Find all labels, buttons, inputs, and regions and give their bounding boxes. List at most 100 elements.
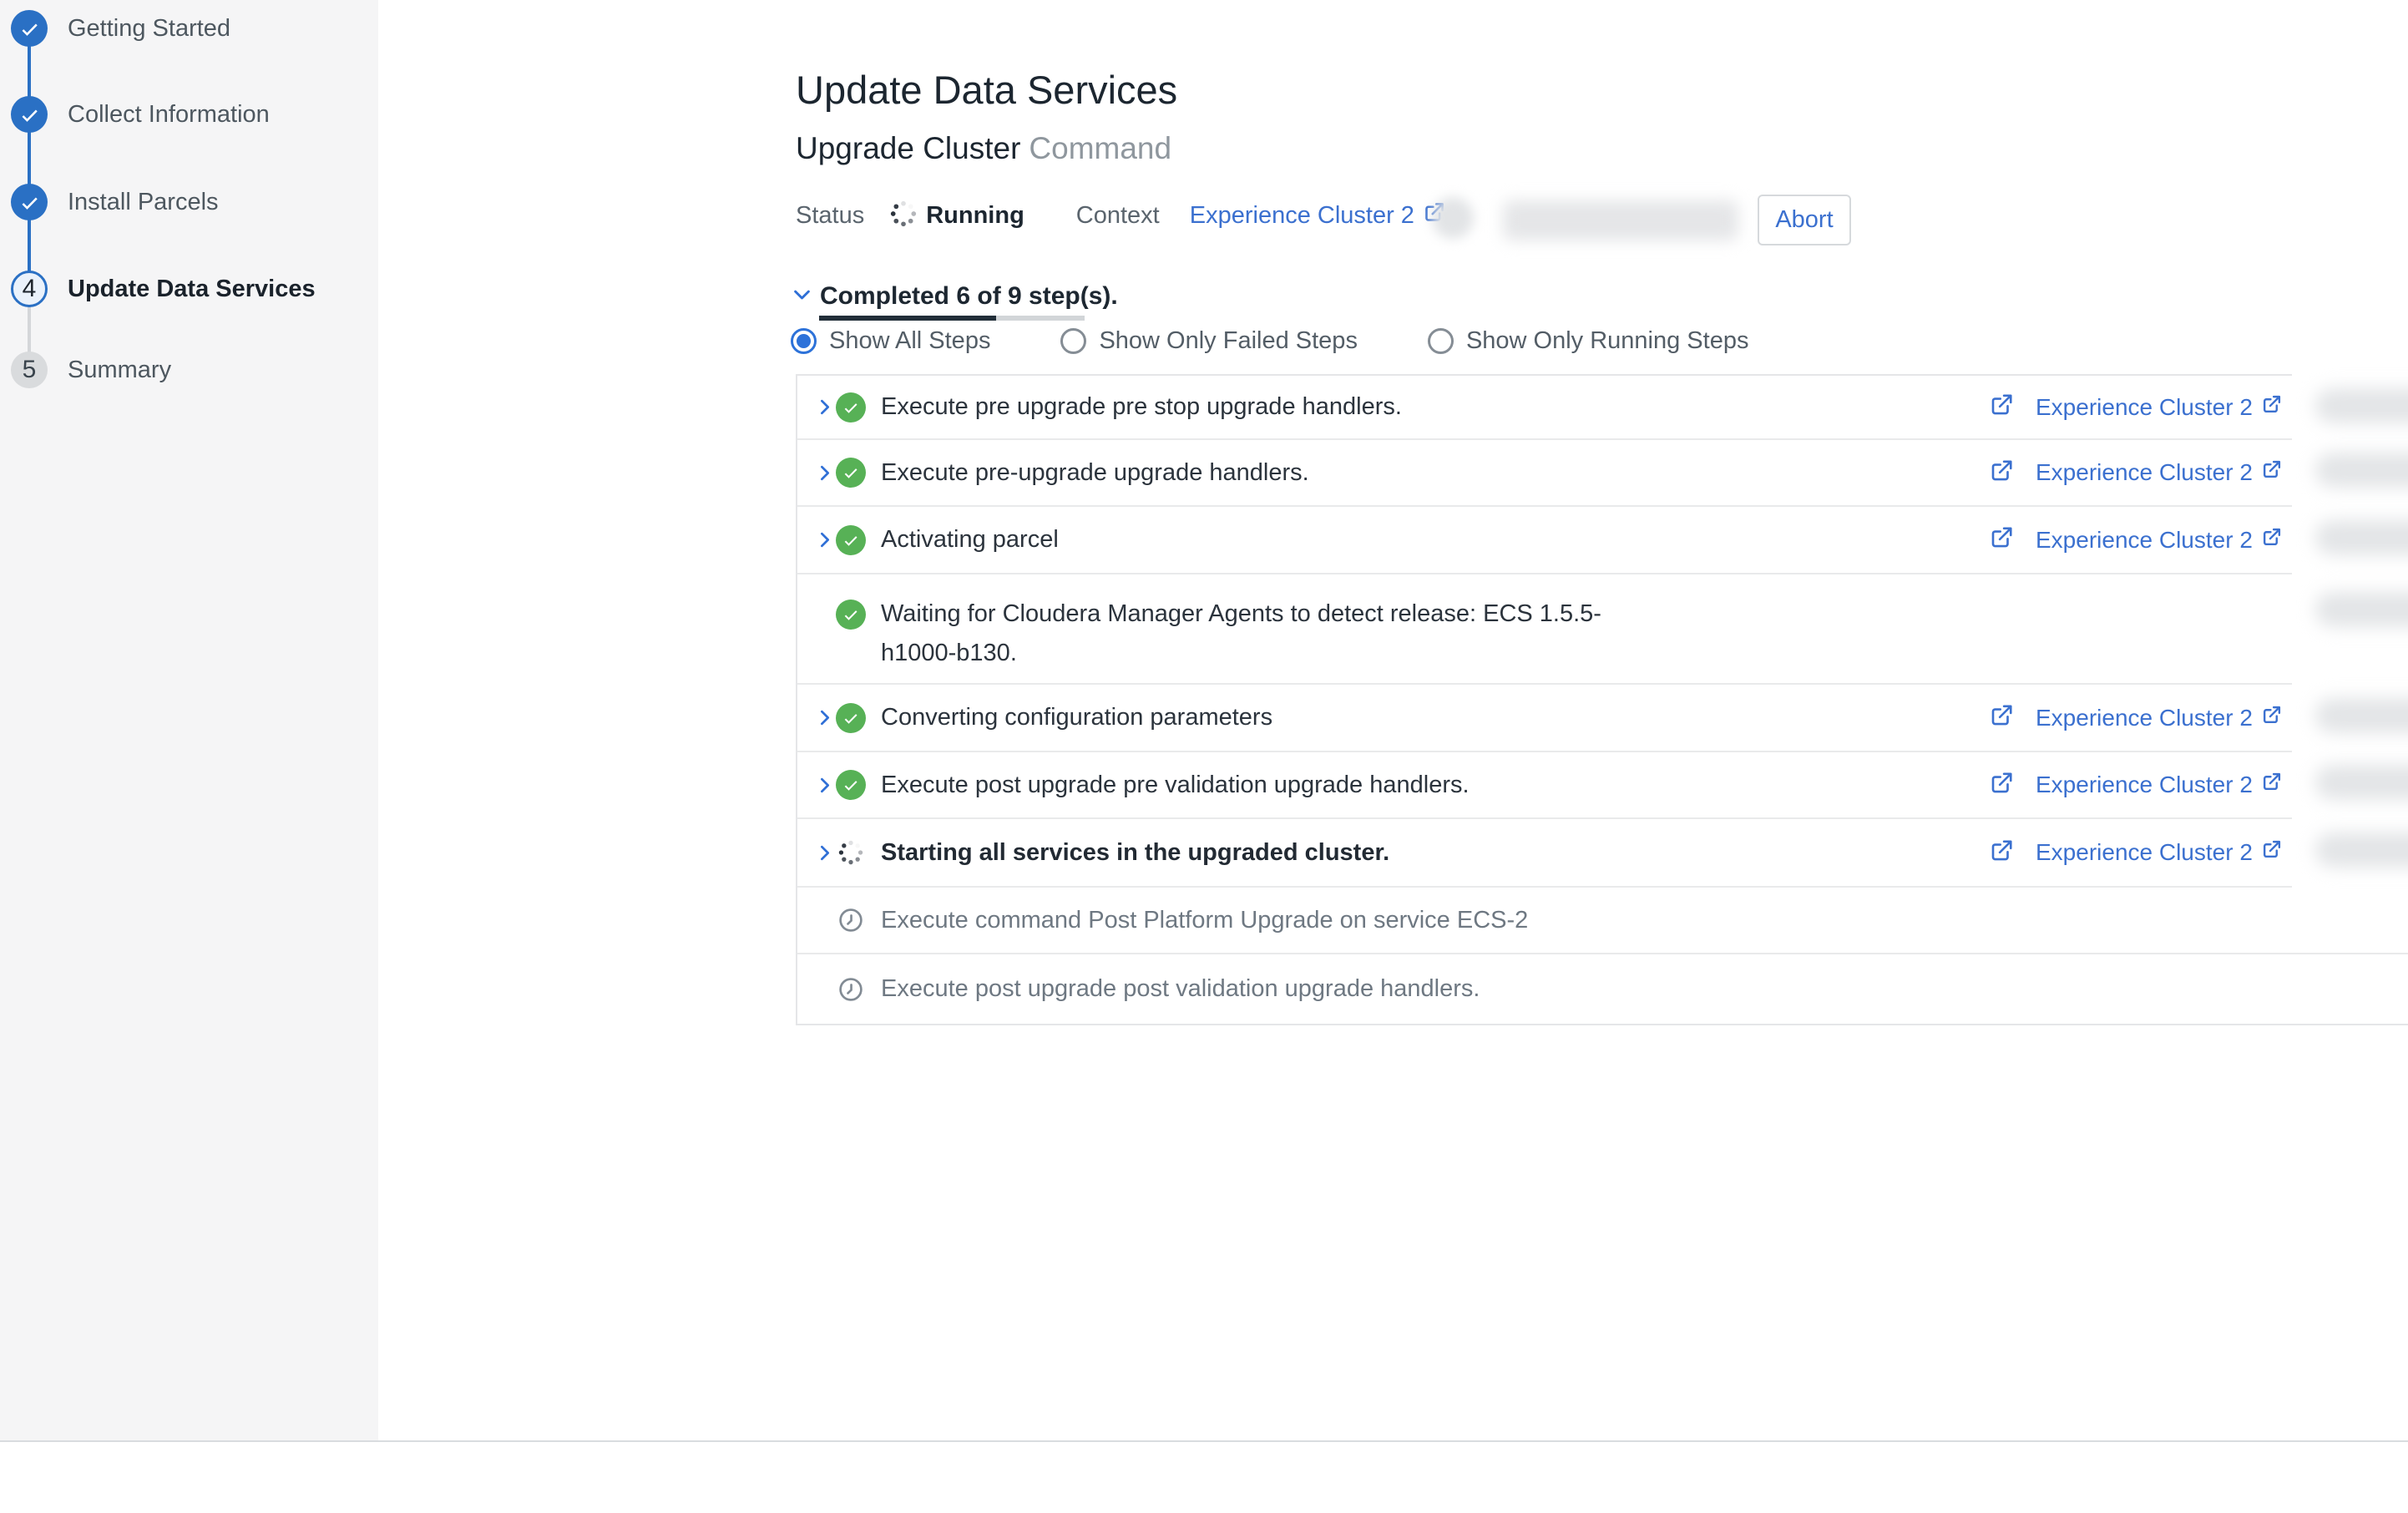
success-check-icon [836,703,866,733]
external-link-icon [2261,459,2282,486]
table-row: Converting configuration parametersExper… [797,683,2408,751]
context-link[interactable]: Experience Cluster 2 [2036,772,2282,798]
table-row: Execute post upgrade post validation upg… [797,953,2408,1024]
step-number-badge: 4 [11,271,48,307]
table-row: Execute command Post Platform Upgrade on… [797,886,2408,953]
external-link-icon [2261,705,2282,731]
step-text: Execute post upgrade post validation upg… [881,969,1989,1009]
page-title: Update Data Services [796,67,1177,113]
success-check-icon [836,600,866,630]
external-link-icon[interactable] [1989,771,2014,800]
external-link-icon[interactable] [1989,525,2014,554]
radio-button-icon[interactable] [791,328,817,354]
redacted-status-icon [1432,197,1474,239]
success-check-icon [836,770,866,800]
context-cell: Experience Cluster 2 [1989,838,2289,868]
redacted-timestamp [2315,592,2408,627]
redacted-timestamp [2315,520,2408,555]
success-check-icon [836,458,866,488]
table-row: Activating parcelExperience Cluster 2236… [797,505,2408,573]
expand-chevron-icon[interactable] [814,529,836,550]
external-link-icon[interactable] [1989,392,2014,422]
step-text: Activating parcel [881,520,1989,559]
step-label: Install Parcels [68,189,219,216]
expand-chevron-icon[interactable] [814,463,836,483]
success-check-icon [836,392,866,423]
step-text: Execute post upgrade pre validation upgr… [881,766,1989,805]
step-check-icon [11,10,48,47]
step-label: Collect Information [68,101,270,129]
context-label: Context [1076,202,1160,230]
check-icon [842,531,860,549]
check-icon [18,18,41,40]
main-content: Update Data Services Upgrade ClusterComm… [378,0,2408,1513]
chevron-down-icon [791,283,813,310]
table-row: Execute post upgrade pre validation upgr… [797,751,2408,817]
abort-button[interactable]: Abort [1758,195,1851,245]
check-icon [842,709,860,727]
context-cell: Experience Cluster 2 [1989,703,2289,732]
check-icon [842,776,860,794]
step-check-icon [11,184,48,220]
pending-clock-icon [836,976,866,1003]
expand-chevron-icon[interactable] [814,843,836,863]
radio-show-only-failed-steps[interactable]: Show Only Failed Steps [1060,327,1357,355]
step-label: Getting Started [68,15,230,43]
external-link-icon[interactable] [1989,703,2014,732]
radio-show-all-steps[interactable]: Show All Steps [791,327,990,355]
external-link-icon [2261,772,2282,798]
running-spinner-icon [889,200,918,232]
progress-bar [819,316,1085,321]
radio-button-icon[interactable] [1428,328,1454,354]
step-check-icon [11,96,48,133]
check-icon [842,605,860,624]
context-cell: Experience Cluster 2 [1989,771,2289,800]
success-check-icon [836,525,866,555]
redacted-column [2292,374,2408,921]
table-row: Execute pre-upgrade upgrade handlers. Exp… [797,438,2408,505]
status-label: Status [796,202,864,230]
external-link-icon[interactable] [1989,458,2014,488]
context-cell: Experience Cluster 2 [1989,525,2289,554]
sidebar-step-update-data-services: 4 Update Data Services [11,271,316,307]
context-link[interactable]: Experience Cluster 2 [2036,705,2282,731]
radio-label: Show Only Failed Steps [1099,327,1357,355]
running-spinner-icon [836,839,866,866]
radio-show-only-running-steps[interactable]: Show Only Running Steps [1428,327,1749,355]
step-text: Waiting for Cloudera Manager Agents to d… [881,595,1989,673]
step-filter-radios: Show All Steps Show Only Failed Steps Show… [791,327,1748,355]
external-link-icon[interactable] [1989,838,2014,868]
table-row: Execute pre upgrade pre stop upgrade han… [797,376,2408,438]
radio-label: Show All Steps [829,327,990,355]
command-suffix: Command [1029,131,1171,165]
step-text: Starting all services in the upgraded cl… [881,833,1989,873]
wizard-footer: Cancel ← Back Next → [0,1442,2408,1513]
steps-progress-toggle[interactable]: Completed 6 of 9 step(s). [791,282,1118,311]
context-link[interactable]: Experience Cluster 2 [2036,839,2282,866]
check-icon [842,398,860,417]
redacted-timestamp [2315,832,2408,868]
context-link[interactable]: Experience Cluster 2 [2036,394,2282,421]
check-icon [842,463,860,482]
step-text: Execute command Post Platform Upgrade on… [881,901,1989,940]
context-cell: Experience Cluster 2 [1989,392,2289,422]
redacted-timestamp [2315,765,2408,800]
sidebar-step-collect-information: Collect Information [11,96,270,133]
progress-summary: Completed 6 of 9 step(s). [820,282,1118,311]
step-label: Update Data Services [68,276,316,303]
sidebar-step-install-parcels: Install Parcels [11,184,219,220]
expand-chevron-icon[interactable] [814,707,836,728]
context-link[interactable]: Experience Cluster 2 [1190,201,1445,230]
sidebar-step-summary: 5Summary [11,352,171,388]
expand-chevron-icon[interactable] [814,397,836,417]
external-link-icon [2261,527,2282,554]
step-text: Execute pre-upgrade upgrade handlers. [881,453,1989,493]
steps-table: Execute pre upgrade pre stop upgrade han… [796,374,2408,1025]
radio-button-icon[interactable] [1060,328,1086,354]
external-link-icon [2261,394,2282,421]
context-link[interactable]: Experience Cluster 2 [2036,527,2282,554]
expand-chevron-icon[interactable] [814,775,836,796]
context-link[interactable]: Experience Cluster 2 [2036,459,2282,486]
redacted-timestamp [2315,698,2408,733]
step-label: Summary [68,357,171,384]
